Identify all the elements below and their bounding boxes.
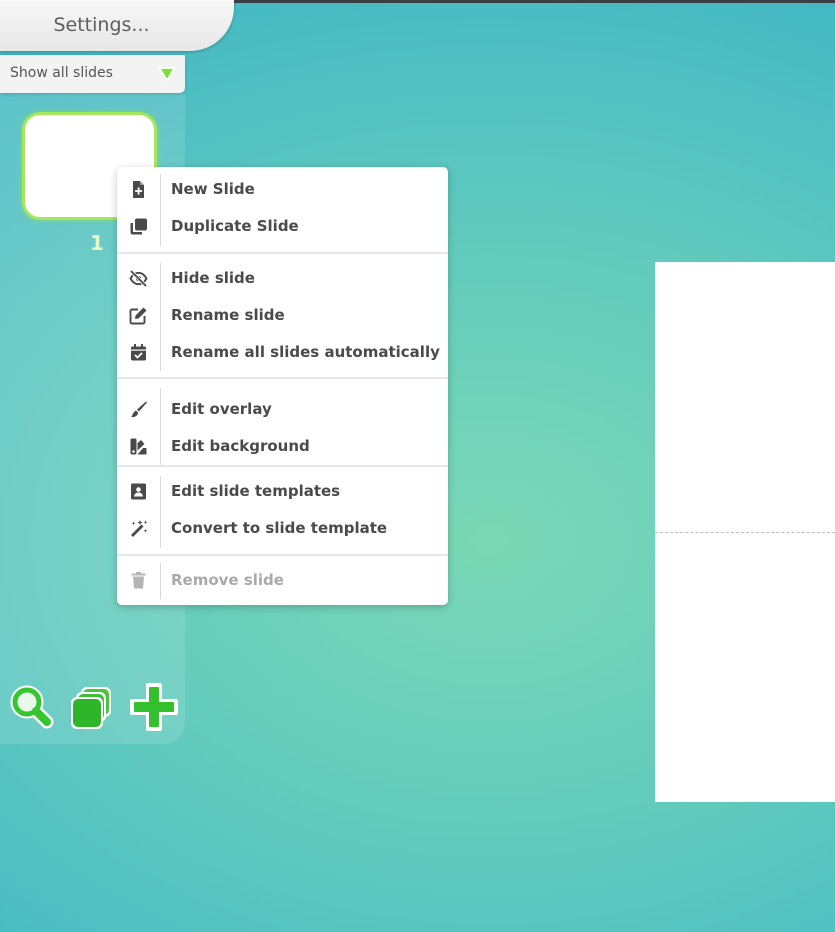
- file-plus-icon: [129, 180, 148, 199]
- swatches-icon: [129, 437, 148, 456]
- menu-item-label: Edit background: [171, 437, 310, 455]
- add-slide-icon[interactable]: [129, 682, 179, 732]
- menu-group-templates: Edit slide templates Convert to slide te…: [117, 467, 448, 554]
- settings-label: Settings...: [53, 14, 150, 36]
- duplicate-icon: [129, 217, 148, 236]
- menu-item-duplicate-slide[interactable]: Duplicate Slide: [117, 208, 448, 245]
- menu-item-label: Edit slide templates: [171, 482, 341, 500]
- menu-item-new-slide[interactable]: New Slide: [117, 171, 448, 208]
- menu-item-label: Rename slide: [171, 306, 285, 324]
- menu-item-label: Duplicate Slide: [171, 217, 299, 235]
- slide-filter-dropdown[interactable]: Show all slides: [0, 55, 185, 93]
- menu-item-label: Rename all slides automatically: [171, 343, 440, 361]
- menu-item-rename-slide[interactable]: Rename slide: [117, 297, 448, 334]
- slide-canvas[interactable]: [655, 262, 835, 802]
- magic-wand-icon: [129, 519, 148, 538]
- menu-item-label: Edit overlay: [171, 400, 272, 418]
- menu-group-create: New Slide Duplicate Slide: [117, 167, 448, 252]
- menu-item-label: Convert to slide template: [171, 519, 388, 537]
- menu-item-convert-to-template[interactable]: Convert to slide template: [117, 510, 448, 547]
- paintbrush-icon: [129, 400, 148, 419]
- calendar-check-icon: [129, 343, 148, 362]
- menu-group-visibility: Hide slide Rename slide Rename all slide…: [117, 254, 448, 377]
- menu-item-label: Remove slide: [171, 571, 284, 589]
- menu-item-label: New Slide: [171, 180, 255, 198]
- edit-icon: [129, 306, 148, 325]
- menu-item-remove-slide[interactable]: Remove slide: [117, 562, 448, 599]
- slide-filter-value: Show all slides: [10, 65, 113, 81]
- menu-item-hide-slide[interactable]: Hide slide: [117, 260, 448, 297]
- template-icon: [129, 482, 148, 501]
- menu-item-edit-background[interactable]: Edit background: [117, 428, 448, 465]
- center-guide-line: [655, 532, 835, 533]
- menu-item-edit-slide-templates[interactable]: Edit slide templates: [117, 473, 448, 510]
- chevron-down-icon: [158, 66, 176, 82]
- menu-group-remove: Remove slide: [117, 556, 448, 605]
- menu-item-rename-all-slides[interactable]: Rename all slides automatically: [117, 334, 448, 371]
- slide-context-menu: New Slide Duplicate Slide Hide slide Ren…: [117, 167, 448, 605]
- menu-group-edit: Edit overlay Edit background: [117, 379, 448, 465]
- zoom-icon[interactable]: [6, 682, 56, 732]
- slide-number: 1: [90, 231, 104, 255]
- menu-item-label: Hide slide: [171, 269, 255, 287]
- settings-button[interactable]: Settings...: [0, 0, 234, 51]
- menu-item-edit-overlay[interactable]: Edit overlay: [117, 391, 448, 428]
- eye-slash-icon: [129, 269, 148, 288]
- layers-icon[interactable]: [68, 684, 118, 734]
- trash-icon: [129, 571, 148, 590]
